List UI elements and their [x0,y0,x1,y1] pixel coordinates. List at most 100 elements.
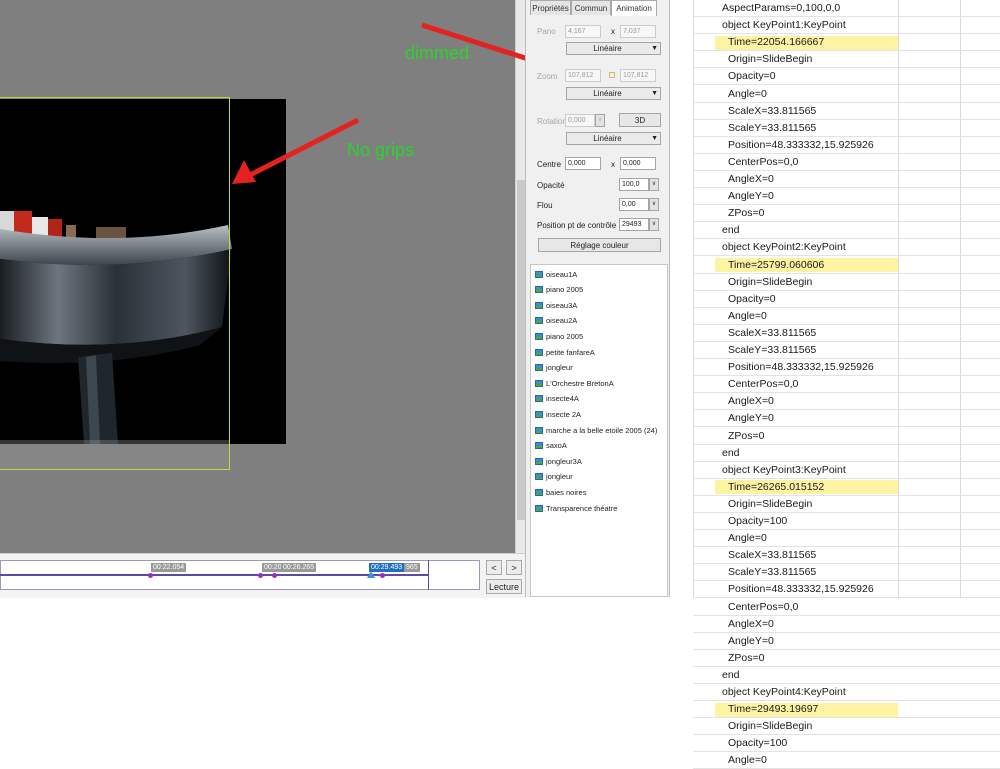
sheet-cell[interactable]: ScaleY=33.811565 [728,120,816,137]
sheet-cell[interactable]: Opacity=100 [728,735,787,752]
slide-list-item[interactable]: jongleur [535,362,573,374]
keypoint-time-tag[interactable]: 00:26.265 [281,563,317,572]
sheet-cell[interactable]: AspectParams=0,100,0,0 [722,0,840,17]
sheet-cell[interactable]: Opacity=0 [728,68,776,85]
play-button[interactable]: Lecture [486,579,522,594]
sheet-cell[interactable]: object KeyPoint3:KeyPoint [722,462,846,479]
sheet-cell[interactable]: ScaleX=33.811565 [728,325,816,342]
sheet-cell[interactable]: AngleX=0 [728,171,774,188]
slide-list-item[interactable]: petite fanfareA [535,346,595,358]
sheet-cell[interactable]: AngleY=0 [728,410,774,427]
rotation-interpolation-select[interactable]: Linéaire ▼ [566,132,661,145]
keypoint-marker[interactable] [258,573,263,578]
sheet-cell[interactable]: end [722,445,740,462]
sheet-cell[interactable]: AngleY=0 [728,633,774,650]
keypoint-marker[interactable] [148,573,153,578]
sheet-cell[interactable]: ScaleX=33.811565 [728,103,816,120]
control-point-position-field[interactable]: 29493 [619,218,649,231]
chevron-down-icon[interactable]: ∨ [595,114,605,127]
sheet-cell[interactable]: Origin=SlideBegin [728,51,812,68]
chevron-down-icon[interactable]: ∨ [649,198,659,211]
slide-list-item[interactable]: jongleur3A [535,455,582,467]
sheet-cell[interactable]: ScaleY=33.811565 [728,564,816,581]
sheet-cell[interactable]: Time=25799.060606 [728,257,824,274]
sheet-cell[interactable]: CenterPos=0,0 [728,599,798,616]
sheet-cell[interactable]: Angle=0 [728,752,767,769]
slide-list-item[interactable]: jongleur [535,471,573,483]
centre-y-field[interactable]: 0,000 [620,157,656,170]
sheet-cell[interactable]: end [722,667,740,684]
opacity-field[interactable]: 100,0 [619,178,649,191]
sheet-cell[interactable]: Angle=0 [728,530,767,547]
zoom-x-field[interactable]: 107,812 [565,69,601,82]
slide-list-item[interactable]: insecte 2A [535,408,581,420]
sheet-cell[interactable]: Angle=0 [728,86,767,103]
sheet-cell[interactable]: Origin=SlideBegin [728,274,812,291]
zoom-y-field[interactable]: 107,812 [620,69,656,82]
sheet-cell[interactable]: Opacity=0 [728,291,776,308]
tab-animation[interactable]: Animation [611,0,657,16]
sheet-cell[interactable]: AngleY=0 [728,188,774,205]
sheet-cell[interactable]: ScaleX=33.811565 [728,547,816,564]
sheet-cell[interactable]: ZPos=0 [728,428,764,445]
slide-list-item[interactable]: oiseau3A [535,299,577,311]
keypoint-time-tag[interactable]: 00:22.054 [151,563,187,572]
zoom-interpolation-select[interactable]: Linéaire ▼ [566,87,661,100]
sheet-cell[interactable]: AngleX=0 [728,616,774,633]
keypoint-marker[interactable] [380,573,385,578]
slide-list-item[interactable]: Transparence théatre [535,502,617,514]
pano-interpolation-select[interactable]: Linéaire ▼ [566,42,661,55]
slide-list-item[interactable]: insecte4A [535,393,579,405]
sheet-cell[interactable]: ScaleY=33.811565 [728,342,816,359]
sheet-cell[interactable]: Origin=SlideBegin [728,718,812,735]
sheet-cell[interactable]: AngleX=0 [728,393,774,410]
sheet-cell[interactable]: object KeyPoint2:KeyPoint [722,239,846,256]
sheet-cell[interactable]: Time=26265.015152 [728,479,824,496]
prev-keypoint-button[interactable]: < [486,560,502,575]
slide-list-item[interactable]: marche a la belle etoile 2005 (24) [535,424,657,436]
slide-list-item[interactable]: oiseau2A [535,315,577,327]
sheet-cell[interactable]: ZPos=0 [728,650,764,667]
rotation-field[interactable]: 0,000 [565,114,595,127]
tab-properties[interactable]: Propriétés [530,0,571,15]
sheet-cell[interactable]: Origin=SlideBegin [728,496,812,513]
next-keypoint-button[interactable]: > [506,560,522,575]
sheet-cell[interactable]: end [722,222,740,239]
slide-list-item[interactable]: piano 2005 [535,284,583,296]
sheet-cell[interactable]: object KeyPoint4:KeyPoint [722,684,846,701]
sheet-cell[interactable]: ZPos=0 [728,205,764,222]
sheet-cell[interactable]: Angle=0 [728,308,767,325]
blur-field[interactable]: 0,00 [619,198,649,211]
sheet-cell[interactable]: object KeyPoint1:KeyPoint [722,17,846,34]
sheet-cell[interactable]: CenterPos=0,0 [728,376,798,393]
image-icon [535,364,543,372]
sheet-cell[interactable]: Time=22054.166667 [728,34,824,51]
sheet-cell[interactable]: CenterPos=0,0 [728,154,798,171]
sheet-cell[interactable]: Position=48.333332,15.925926 [728,359,874,376]
tab-common[interactable]: Commun [571,0,611,15]
playhead-marker[interactable] [367,571,375,578]
sheet-cell[interactable]: Position=48.333332,15.925926 [728,581,874,598]
sheet-cell[interactable]: Position=48.333332,15.925926 [728,137,874,154]
keypoint-marker[interactable] [272,573,277,578]
slide-list-item[interactable]: L'Orchestre BretonA [535,377,614,389]
centre-x-field[interactable]: 0,000 [565,157,601,170]
keypoint-time-tag-partial[interactable]: 965 [404,563,420,572]
blur-label: Flou [537,201,553,210]
color-adjust-button[interactable]: Réglage couleur [538,238,661,252]
centre-separator: x [611,160,615,169]
slide-list-item[interactable]: baies noires [535,486,586,498]
slide-list-item[interactable]: saxoA [535,440,567,452]
sheet-cell[interactable]: Opacity=100 [728,513,787,530]
slide-list-item[interactable]: oiseau1A [535,268,577,280]
slide-list[interactable]: oiseau1A piano 2005 oiseau3A oiseau2A piano … [530,264,668,597]
chevron-down-icon[interactable]: ∨ [649,218,659,231]
3d-button[interactable]: 3D [619,113,661,127]
chevron-down-icon[interactable]: ∨ [649,178,659,191]
pano-x-field[interactable]: 4,167 [565,25,601,38]
sheet-cell[interactable]: Time=29493.19697 [728,701,818,718]
pano-y-field[interactable]: 7,037 [620,25,656,38]
slide-list-item[interactable]: piano 2005 [535,330,583,342]
zoom-link-checkbox[interactable] [609,72,615,78]
image-icon [535,504,543,512]
